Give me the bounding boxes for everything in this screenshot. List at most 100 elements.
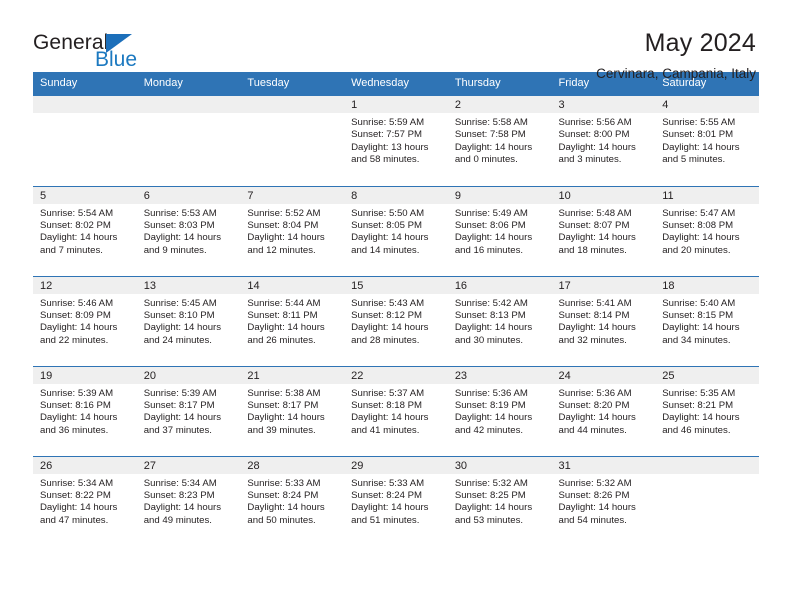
calendar-day-cell-empty (655, 455, 759, 546)
calendar-day-cell[interactable]: 2 Sunrise: 5:58 AM Sunset: 7:58 PM Daylig… (447, 96, 552, 186)
calendar-day-cell[interactable]: 19 Sunrise: 5:39 AM Sunset: 8:16 PM Dayli… (33, 365, 137, 456)
day-sun-info: Sunrise: 5:45 AM Sunset: 8:10 PM Dayligh… (143, 297, 222, 346)
day-number: 9 (447, 186, 552, 204)
day-number (33, 96, 137, 113)
calendar-day-cell[interactable]: 11 Sunrise: 5:47 AM Sunset: 8:08 PM Dayli… (655, 185, 759, 276)
calendar-day-cell[interactable]: 8 Sunrise: 5:50 AM Sunset: 8:05 PM Daylig… (344, 185, 448, 276)
day-sun-info: Sunrise: 5:46 AM Sunset: 8:09 PM Dayligh… (40, 297, 118, 346)
calendar-day-cell-empty (136, 96, 241, 186)
day-sun-info: Sunrise: 5:32 AM Sunset: 8:26 PM Dayligh… (558, 477, 636, 526)
calendar-grid: Sunday Monday Tuesday Wednesday Thursday… (33, 72, 759, 546)
day-sun-info: Sunrise: 5:37 AM Sunset: 8:18 PM Dayligh… (351, 387, 429, 436)
day-number: 28 (240, 456, 345, 474)
calendar-day-cell[interactable]: 22 Sunrise: 5:37 AM Sunset: 8:18 PM Dayli… (344, 365, 448, 456)
calendar-day-cell[interactable]: 24 Sunrise: 5:36 AM Sunset: 8:20 PM Dayli… (551, 365, 656, 456)
calendar-day-cell[interactable]: 23 Sunrise: 5:36 AM Sunset: 8:19 PM Dayli… (447, 365, 552, 456)
weekday-header-wednesday: Wednesday (344, 72, 448, 96)
day-sun-info: Sunrise: 5:33 AM Sunset: 8:24 PM Dayligh… (351, 477, 429, 526)
day-number (240, 96, 345, 113)
calendar-day-cell[interactable]: 31 Sunrise: 5:32 AM Sunset: 8:26 PM Dayli… (551, 455, 656, 546)
day-number: 4 (655, 96, 759, 113)
day-number: 16 (447, 276, 552, 294)
day-sun-info: Sunrise: 5:53 AM Sunset: 8:03 PM Dayligh… (143, 207, 222, 256)
calendar-day-cell[interactable]: 29 Sunrise: 5:33 AM Sunset: 8:24 PM Dayli… (344, 455, 448, 546)
calendar-day-cell[interactable]: 12 Sunrise: 5:46 AM Sunset: 8:09 PM Dayli… (33, 275, 137, 366)
calendar-day-cell[interactable]: 14 Sunrise: 5:44 AM Sunset: 8:11 PM Dayli… (240, 275, 345, 366)
day-number: 30 (447, 456, 552, 474)
day-number: 19 (33, 366, 137, 384)
day-sun-info: Sunrise: 5:42 AM Sunset: 8:13 PM Dayligh… (454, 297, 533, 346)
calendar-day-cell[interactable]: 6 Sunrise: 5:53 AM Sunset: 8:03 PM Daylig… (136, 185, 241, 276)
day-number: 31 (551, 456, 656, 474)
day-sun-info: Sunrise: 5:55 AM Sunset: 8:01 PM Dayligh… (662, 117, 740, 166)
day-number: 15 (344, 276, 448, 294)
calendar-day-cell[interactable]: 25 Sunrise: 5:35 AM Sunset: 8:21 PM Dayli… (655, 365, 759, 456)
calendar-day-cell[interactable]: 18 Sunrise: 5:40 AM Sunset: 8:15 PM Dayli… (655, 275, 759, 366)
day-number: 21 (240, 366, 345, 384)
calendar-day-cell[interactable]: 20 Sunrise: 5:39 AM Sunset: 8:17 PM Dayli… (136, 365, 241, 456)
calendar-day-cell[interactable]: 30 Sunrise: 5:32 AM Sunset: 8:25 PM Dayli… (447, 455, 552, 546)
calendar-day-cell[interactable]: 26 Sunrise: 5:34 AM Sunset: 8:22 PM Dayli… (33, 455, 137, 546)
calendar-week-row: 1 Sunrise: 5:59 AM Sunset: 7:57 PM Daylig… (33, 96, 759, 186)
calendar-week-row: 19 Sunrise: 5:39 AM Sunset: 8:16 PM Dayli… (33, 365, 759, 456)
calendar-day-cell[interactable]: 27 Sunrise: 5:34 AM Sunset: 8:23 PM Dayli… (136, 455, 241, 546)
day-sun-info: Sunrise: 5:49 AM Sunset: 8:06 PM Dayligh… (454, 207, 533, 256)
brand-logo[interactable]: General Blue (33, 28, 137, 71)
day-sun-info: Sunrise: 5:50 AM Sunset: 8:05 PM Dayligh… (351, 207, 429, 256)
day-sun-info: Sunrise: 5:39 AM Sunset: 8:16 PM Dayligh… (40, 387, 118, 436)
day-sun-info: Sunrise: 5:44 AM Sunset: 8:11 PM Dayligh… (247, 297, 325, 346)
calendar-day-cell[interactable]: 17 Sunrise: 5:41 AM Sunset: 8:14 PM Dayli… (551, 275, 656, 366)
calendar-day-cell[interactable]: 5 Sunrise: 5:54 AM Sunset: 8:02 PM Daylig… (33, 185, 137, 276)
day-sun-info: Sunrise: 5:43 AM Sunset: 8:12 PM Dayligh… (351, 297, 429, 346)
day-sun-info: Sunrise: 5:39 AM Sunset: 8:17 PM Dayligh… (143, 387, 222, 436)
day-number: 22 (344, 366, 448, 384)
day-sun-info: Sunrise: 5:35 AM Sunset: 8:21 PM Dayligh… (662, 387, 740, 436)
calendar-day-cell[interactable]: 3 Sunrise: 5:56 AM Sunset: 8:00 PM Daylig… (551, 96, 656, 186)
calendar-day-cell[interactable]: 7 Sunrise: 5:52 AM Sunset: 8:04 PM Daylig… (240, 185, 345, 276)
page-header: General Blue May 2024 Cervinara, Campani… (0, 0, 792, 81)
calendar-page: General Blue May 2024 Cervinara, Campani… (0, 0, 792, 612)
weekday-header-sunday: Sunday (33, 72, 137, 96)
day-number: 13 (136, 276, 241, 294)
day-number: 25 (655, 366, 759, 384)
day-sun-info: Sunrise: 5:34 AM Sunset: 8:22 PM Dayligh… (40, 477, 118, 526)
calendar-day-cell[interactable]: 21 Sunrise: 5:38 AM Sunset: 8:17 PM Dayli… (240, 365, 345, 456)
day-number: 20 (136, 366, 241, 384)
day-number (655, 456, 759, 474)
day-number: 14 (240, 276, 345, 294)
day-number: 29 (344, 456, 448, 474)
day-number: 27 (136, 456, 241, 474)
calendar-day-cell[interactable]: 9 Sunrise: 5:49 AM Sunset: 8:06 PM Daylig… (447, 185, 552, 276)
day-number: 26 (33, 456, 137, 474)
calendar-day-cell[interactable]: 1 Sunrise: 5:59 AM Sunset: 7:57 PM Daylig… (344, 96, 448, 186)
day-number (136, 96, 241, 113)
calendar-day-cell-empty (240, 96, 345, 186)
calendar-day-cell[interactable]: 10 Sunrise: 5:48 AM Sunset: 8:07 PM Dayli… (551, 185, 656, 276)
day-number: 8 (344, 186, 448, 204)
day-sun-info: Sunrise: 5:36 AM Sunset: 8:19 PM Dayligh… (454, 387, 533, 436)
day-sun-info: Sunrise: 5:58 AM Sunset: 7:58 PM Dayligh… (454, 117, 533, 166)
day-number: 23 (447, 366, 552, 384)
day-sun-info: Sunrise: 5:34 AM Sunset: 8:23 PM Dayligh… (143, 477, 222, 526)
weekday-header-monday: Monday (136, 72, 241, 96)
calendar-week-row: 26 Sunrise: 5:34 AM Sunset: 8:22 PM Dayli… (33, 455, 759, 546)
day-number: 17 (551, 276, 656, 294)
day-sun-info: Sunrise: 5:47 AM Sunset: 8:08 PM Dayligh… (662, 207, 740, 256)
day-number: 10 (551, 186, 656, 204)
calendar-day-cell[interactable]: 16 Sunrise: 5:42 AM Sunset: 8:13 PM Dayli… (447, 275, 552, 366)
day-number: 12 (33, 276, 137, 294)
calendar-day-cell[interactable]: 28 Sunrise: 5:33 AM Sunset: 8:24 PM Dayli… (240, 455, 345, 546)
weekday-header-tuesday: Tuesday (240, 72, 345, 96)
day-sun-info: Sunrise: 5:54 AM Sunset: 8:02 PM Dayligh… (40, 207, 118, 256)
day-number: 18 (655, 276, 759, 294)
calendar-day-cell[interactable]: 13 Sunrise: 5:45 AM Sunset: 8:10 PM Dayli… (136, 275, 241, 366)
page-title: May 2024 (644, 29, 756, 57)
calendar-week-row: 5 Sunrise: 5:54 AM Sunset: 8:02 PM Daylig… (33, 185, 759, 276)
calendar-day-cell[interactable]: 15 Sunrise: 5:43 AM Sunset: 8:12 PM Dayli… (344, 275, 448, 366)
calendar-day-cell-empty (33, 96, 137, 186)
day-sun-info: Sunrise: 5:56 AM Sunset: 8:00 PM Dayligh… (558, 117, 636, 166)
day-number: 7 (240, 186, 345, 204)
calendar-day-cell[interactable]: 4 Sunrise: 5:55 AM Sunset: 8:01 PM Daylig… (655, 96, 759, 186)
day-sun-info: Sunrise: 5:36 AM Sunset: 8:20 PM Dayligh… (558, 387, 636, 436)
day-number: 1 (344, 96, 448, 113)
